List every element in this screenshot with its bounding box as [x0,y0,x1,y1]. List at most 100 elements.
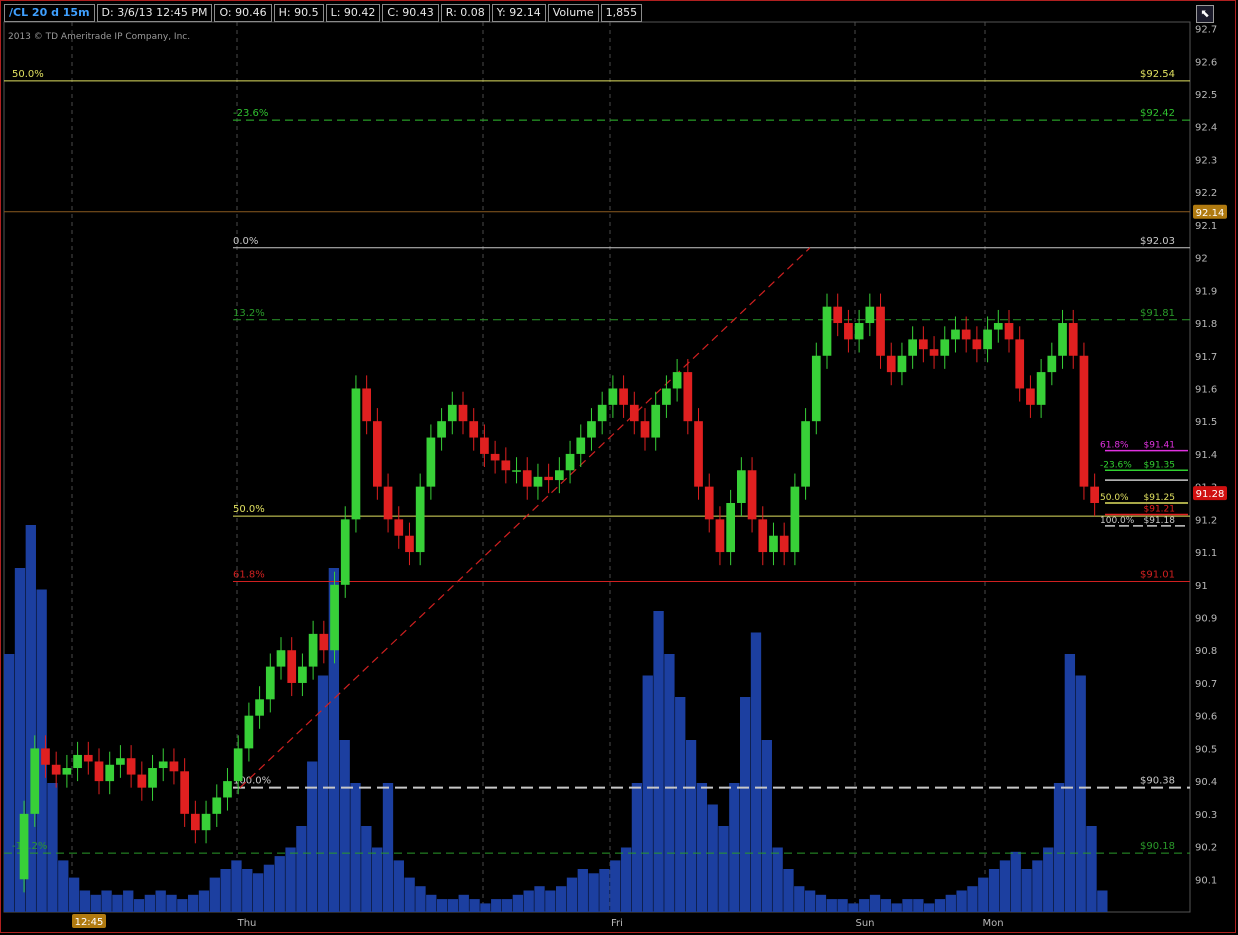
candle-body [319,633,329,651]
candle-body [1090,486,1099,503]
cursor-icon[interactable]: ⬉ [1196,5,1214,23]
candle-body [576,437,586,454]
volume-bar [458,894,469,912]
candle-body [1079,355,1089,487]
volume-bar [642,675,653,912]
candle-body [951,329,960,340]
candle-body [822,306,832,356]
volume-bar [58,860,69,912]
volume-bar [177,899,188,912]
volume-bar [750,632,762,912]
volume-bar [577,869,588,912]
candle-body [522,470,532,487]
volume-bar [47,783,58,912]
volume-bar [1021,869,1032,912]
y-tick-label: 91.7 [1195,352,1217,363]
candle-body [298,666,307,683]
fib-price-label: $92.03 [1140,236,1175,247]
mini-fib-price: $91.18 [1144,516,1176,526]
volume-bar [155,890,166,912]
volume-bar [436,899,448,912]
volume-bar [1053,783,1065,912]
y-tick-label: 92.6 [1195,57,1217,68]
fib-level-label: 50.0% [233,504,265,515]
volume-bar [837,899,848,912]
candle-body [1004,323,1014,340]
y-label: Y: 92.14 [491,4,546,22]
y-tick-label: 90.1 [1195,875,1217,886]
mini-fib-price: $91.21 [1144,504,1176,514]
fib-level-label: -23.6% [233,108,268,119]
trend-line [239,247,811,789]
candle-body [758,519,768,553]
candle-body [640,421,650,438]
x-tick-label: Sun [855,918,874,929]
candle-body [779,535,789,553]
volume-bar [144,894,156,912]
candle-body [308,633,318,667]
volume-bar [891,903,902,912]
candle-body [1068,323,1078,356]
mini-fib-label: 61.8% [1100,441,1129,451]
volume-bar [263,864,275,912]
volume-bar [112,894,123,912]
candle-body [426,437,436,487]
y-tick-label: 92.5 [1195,90,1217,101]
volume-bar [534,886,545,912]
candle-body [447,404,457,422]
volume-bar [252,873,264,912]
candle-body [619,388,628,405]
candle-body [694,421,703,487]
candle-body [233,748,243,782]
y-tick-label: 91.5 [1195,417,1217,428]
volume-bar [79,890,91,912]
symbol-label[interactable]: /CL 20 d 15m [4,4,95,22]
volume-bar [350,783,361,912]
volume-bar [404,877,415,912]
open-label: O: 90.46 [214,4,272,22]
candle-body [811,355,821,422]
y-tick-label: 92.4 [1195,123,1217,134]
volume-bar [198,890,210,912]
candle-body [62,768,72,775]
candle-body [51,764,61,775]
volume-bar [707,804,718,912]
volume-bar [307,761,318,912]
volume-bar [804,890,816,912]
candle-body [480,437,489,454]
date-label: D: 3/6/13 12:45 PM [96,4,213,22]
candle-body [608,388,618,405]
price-chart[interactable]: 90.1 90.2 90.3 90.4 90.5 90.6 90.7 90.8 90.9 91 91… [0,0,1238,935]
candle-body [1058,323,1067,356]
volume-bar [913,899,924,912]
volume-bar [826,899,837,912]
candle-body [469,421,479,438]
candle-body [126,758,136,775]
volume-bar [361,826,372,912]
candle-body [73,754,82,769]
candle-body [373,421,382,487]
mini-fib-label: -23.6% [1100,460,1132,470]
volume-bar [772,847,783,912]
volume-bar [956,890,967,912]
volume-bar [1097,890,1108,912]
candle-body [394,519,404,536]
volume-bar [447,899,459,912]
candle-body [897,355,907,373]
volume-bar [675,697,686,912]
candle-body [116,758,125,765]
fib-price-label: $90.38 [1140,776,1175,787]
y-tick-label: 90.7 [1195,679,1217,690]
volume-bar [501,899,513,912]
volume-bar [242,869,253,912]
candle-body [972,339,982,350]
candle-body [362,388,371,422]
candle-body [83,754,93,762]
x-tick-label: Mon [982,918,1003,929]
candle-body [41,748,50,765]
volume-bar [512,894,524,912]
candle-body [983,329,992,350]
candle-body [1015,339,1025,389]
volume-bar [556,886,567,912]
candle-body [169,761,179,772]
